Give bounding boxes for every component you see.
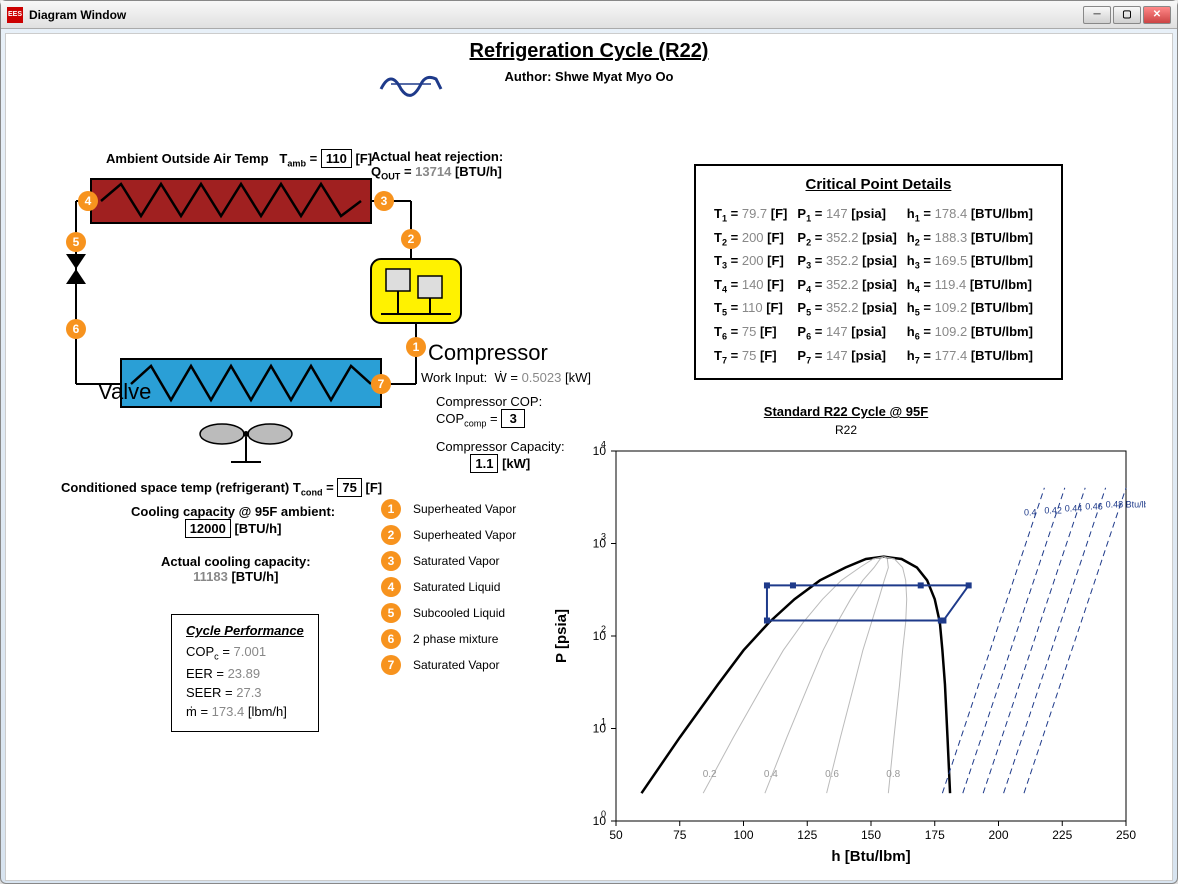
svg-text:0: 0 [601, 809, 606, 819]
svg-text:P [psia]: P [psia] [553, 609, 570, 663]
chart-subtitle: R22 [546, 423, 1146, 437]
state-3: 3Saturated Vapor [381, 551, 516, 571]
window-title: Diagram Window [29, 8, 1083, 22]
svg-text:50: 50 [609, 828, 623, 842]
header: Refrigeration Cycle (R22) Author: Shwe M… [6, 34, 1172, 90]
cond-input[interactable]: 75 [337, 478, 361, 497]
svg-text:0.48 Btu/lbm-R: 0.48 Btu/lbm-R [1106, 500, 1146, 510]
svg-text:0.42: 0.42 [1044, 506, 1062, 516]
svg-text:1: 1 [413, 340, 420, 354]
actual-cooling-label: Actual cooling capacity: 11183 [BTU/h] [161, 554, 311, 584]
author-label: Author: Shwe Myat Myo Oo [6, 69, 1172, 84]
svg-text:0.6: 0.6 [825, 769, 839, 780]
state-legend: 1Superheated Vapor 2Superheated Vapor 3S… [381, 499, 516, 681]
titlebar: EES Diagram Window ─ ▢ ✕ [1, 1, 1177, 29]
svg-text:0.4: 0.4 [764, 769, 778, 780]
work-input-label: Work Input: Ẇ = 0.5023 [kW] [421, 370, 591, 385]
page-title: Refrigeration Cycle (R22) [6, 40, 1172, 63]
svg-text:2: 2 [601, 624, 606, 634]
minimize-button[interactable]: ─ [1083, 6, 1111, 24]
cycle-performance-box: Cycle Performance COPc = 7.001 EER = 23.… [171, 614, 319, 732]
critical-point-box: Critical Point Details T1 = 79.7 [F]P1 =… [694, 164, 1063, 380]
state-6: 62 phase mixture [381, 629, 516, 649]
svg-text:h [Btu/lbm]: h [Btu/lbm] [831, 848, 910, 865]
compressor-label: Compressor [428, 340, 548, 366]
svg-text:225: 225 [1052, 828, 1072, 842]
maximize-button[interactable]: ▢ [1113, 6, 1141, 24]
svg-text:0.2: 0.2 [703, 769, 717, 780]
svg-text:100: 100 [733, 828, 753, 842]
svg-text:5: 5 [73, 235, 80, 249]
state-7: 7Saturated Vapor [381, 655, 516, 675]
svg-text:2: 2 [408, 232, 415, 246]
close-button[interactable]: ✕ [1143, 6, 1171, 24]
comp-cap-input[interactable]: 1.1 [470, 454, 498, 473]
svg-text:6: 6 [73, 322, 80, 336]
chart-title: Standard R22 Cycle @ 95F [546, 404, 1146, 419]
cond-label: Conditioned space temp (refrigerant) Tco… [61, 478, 382, 498]
cooling-cap-input[interactable]: 12000 [185, 519, 231, 538]
cop-logo [376, 64, 446, 112]
svg-text:0.44: 0.44 [1065, 504, 1083, 514]
svg-text:125: 125 [797, 828, 817, 842]
comp-cop-label: Compressor COP: COPcomp = 3 [436, 394, 542, 429]
svg-text:4: 4 [85, 194, 92, 208]
app-window: EES Diagram Window ─ ▢ ✕ Refrigeration C… [0, 0, 1178, 884]
svg-text:0.8: 0.8 [886, 769, 900, 780]
svg-text:7: 7 [378, 377, 385, 391]
state-1: 1Superheated Vapor [381, 499, 516, 519]
svg-text:75: 75 [673, 828, 687, 842]
state-5: 5Subcooled Liquid [381, 603, 516, 623]
state-4: 4Saturated Liquid [381, 577, 516, 597]
svg-text:0.46: 0.46 [1085, 502, 1103, 512]
valve-label: Valve [98, 379, 151, 405]
window-controls: ─ ▢ ✕ [1083, 6, 1171, 24]
svg-text:1: 1 [601, 717, 606, 727]
svg-text:3: 3 [381, 194, 388, 208]
cooling-cap-label: Cooling capacity @ 95F ambient: 12000 [B… [131, 504, 335, 538]
svg-text:0.4: 0.4 [1024, 508, 1037, 518]
state-2: 2Superheated Vapor [381, 525, 516, 545]
svg-text:250: 250 [1116, 828, 1136, 842]
svg-text:150: 150 [861, 828, 881, 842]
svg-text:4: 4 [601, 441, 606, 449]
comp-cop-input[interactable]: 3 [501, 409, 525, 428]
app-icon: EES [7, 7, 23, 23]
svg-text:200: 200 [988, 828, 1008, 842]
svg-text:175: 175 [925, 828, 945, 842]
ph-chart: Standard R22 Cycle @ 95F R22 50 75 100 125 1… [546, 404, 1146, 874]
content: Refrigeration Cycle (R22) Author: Shwe M… [5, 33, 1173, 881]
svg-text:3: 3 [601, 532, 606, 542]
